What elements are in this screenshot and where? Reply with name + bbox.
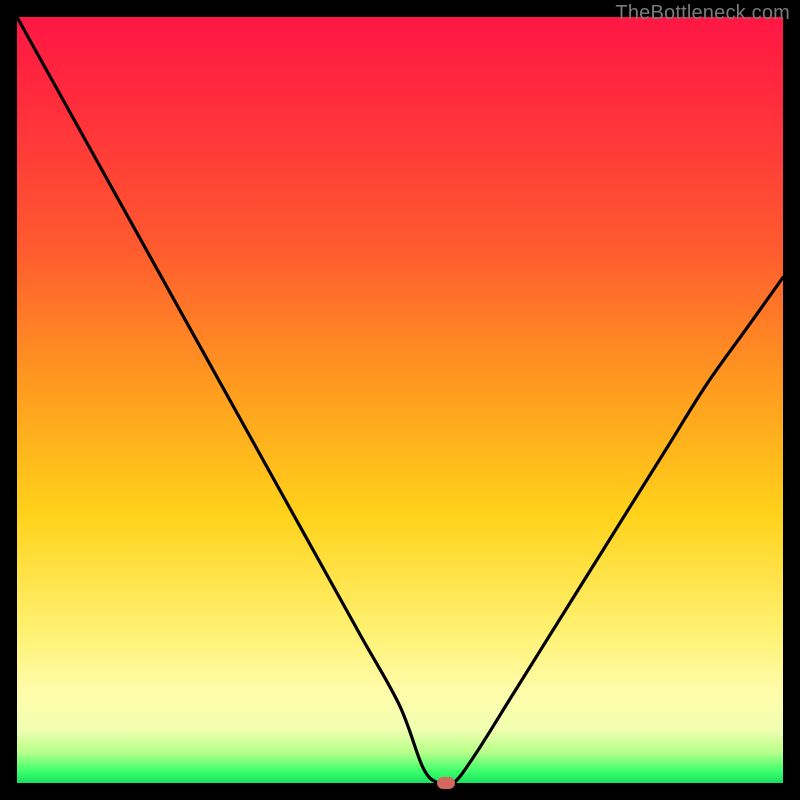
curve-path (17, 17, 783, 783)
optimum-marker (437, 777, 455, 789)
bottleneck-curve (17, 17, 783, 783)
plot-area (17, 17, 783, 783)
chart-frame: TheBottleneck.com (0, 0, 800, 800)
watermark-text: TheBottleneck.com (615, 2, 790, 25)
